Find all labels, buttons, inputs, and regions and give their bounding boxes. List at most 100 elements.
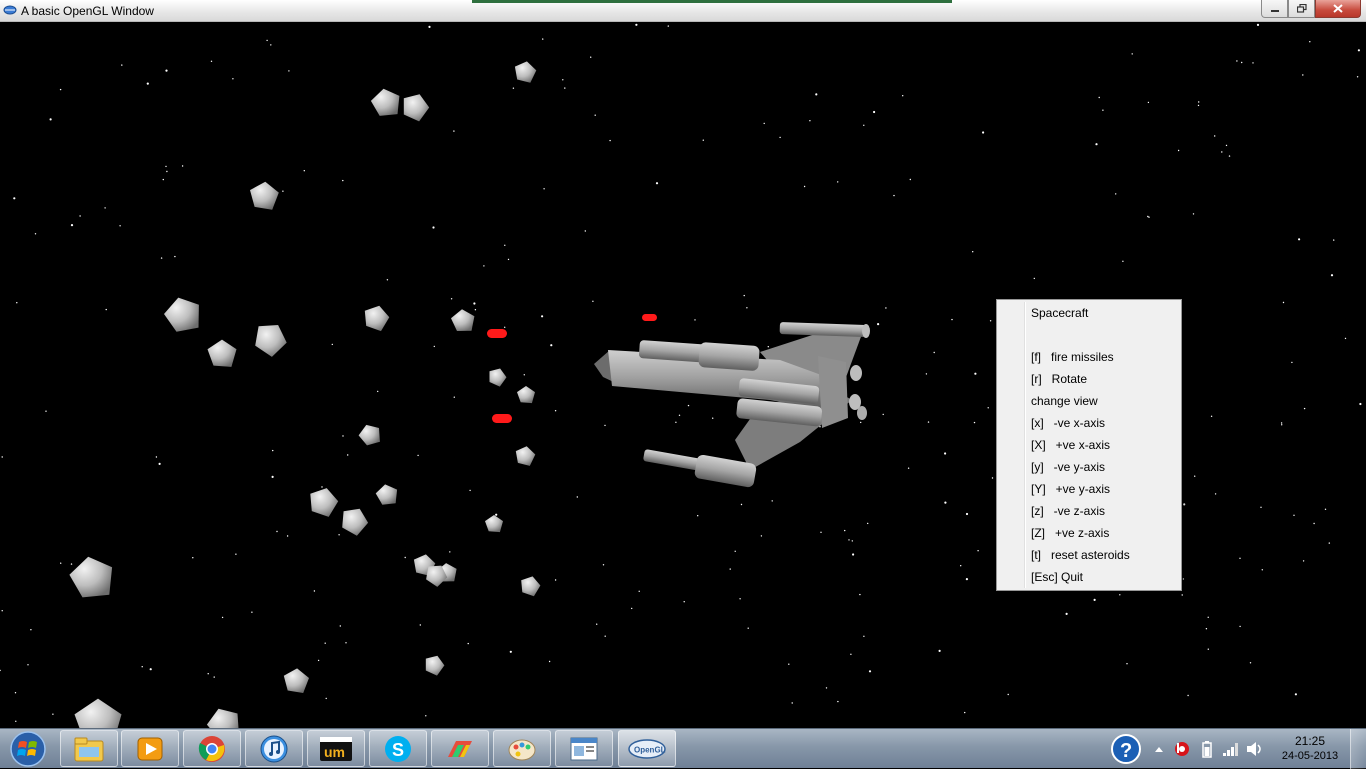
star (523, 374, 525, 376)
taskbar-skype[interactable]: S (369, 730, 427, 767)
star (868, 670, 872, 673)
context-menu[interactable]: Spacecraft [f] fire missiles [r] Rotate … (996, 299, 1182, 591)
menu-item-pos-x-axis[interactable]: [X] +ve x-axis (1031, 434, 1110, 456)
star (1214, 135, 1216, 137)
show-hidden-icons-icon[interactable] (1154, 745, 1164, 753)
star (1147, 215, 1149, 218)
spacecraft-engine-2 (698, 342, 760, 371)
star (609, 139, 611, 142)
menu-item-neg-z-axis[interactable]: [z] -ve z-axis (1031, 500, 1105, 522)
star (504, 326, 506, 328)
menu-item-pos-y-axis[interactable]: [Y] +ve y-axis (1031, 478, 1110, 500)
star (1236, 60, 1238, 62)
star (1197, 104, 1200, 107)
star (554, 410, 557, 412)
spacecraft-rear (818, 356, 848, 428)
star (1302, 74, 1304, 76)
star (873, 110, 876, 114)
star (507, 258, 510, 261)
window-title: A basic OpenGL Window (21, 4, 154, 18)
star (1356, 76, 1359, 78)
menu-gutter (1024, 302, 1026, 588)
star (467, 642, 469, 645)
star (747, 627, 749, 629)
taskbar-itunes[interactable] (245, 730, 303, 767)
star (221, 616, 224, 619)
window-title-bar[interactable]: A basic OpenGL Window (0, 0, 1366, 22)
asteroid (255, 325, 287, 357)
star (1210, 415, 1213, 417)
star (121, 64, 123, 66)
star (1115, 193, 1117, 195)
star (1147, 101, 1150, 104)
star (1256, 23, 1260, 26)
star (965, 512, 969, 516)
asteroid (164, 297, 199, 332)
start-button[interactable] (4, 730, 52, 768)
taskbar-paint[interactable] (493, 730, 551, 767)
star (977, 550, 979, 552)
taskbar-um-player[interactable]: um (307, 730, 365, 767)
star (165, 69, 168, 72)
star (14, 692, 17, 694)
window-app-icon (570, 737, 598, 760)
star (767, 346, 769, 348)
minimize-button[interactable] (1261, 0, 1288, 18)
star (927, 421, 930, 423)
maximize-button[interactable] (1288, 0, 1315, 18)
menu-item-pos-z-axis[interactable]: [Z] +ve z-axis (1031, 522, 1109, 544)
help-icon[interactable]: ? (1110, 733, 1142, 765)
taskbar-opengl[interactable]: OpenGL (618, 730, 676, 767)
star (1330, 274, 1334, 277)
star (342, 435, 344, 437)
taskbar-window-app[interactable] (555, 730, 613, 767)
star (450, 298, 453, 300)
star (453, 130, 455, 132)
menu-item-neg-x-axis[interactable]: [x] -ve x-axis (1031, 412, 1105, 434)
taskbar-colorful-app[interactable] (431, 730, 489, 767)
star (1207, 616, 1209, 618)
star (1148, 216, 1150, 218)
star (837, 700, 839, 703)
volume-icon[interactable] (1246, 741, 1264, 757)
star (1328, 542, 1331, 544)
clock-date[interactable]: 24-05-2013 (1280, 750, 1340, 762)
star (760, 535, 763, 537)
spacecraft-cannon-upper (779, 322, 868, 337)
asteroid (515, 446, 536, 466)
menu-item-reset-asteroids[interactable]: [t] reset asteroids (1031, 544, 1130, 566)
star (165, 165, 167, 168)
star (964, 711, 966, 714)
star (70, 563, 73, 565)
network-signal-icon[interactable] (1222, 741, 1240, 757)
taskbar-media-player[interactable] (121, 730, 179, 767)
taskbar-explorer[interactable] (60, 730, 118, 767)
star (592, 300, 594, 302)
star (604, 635, 606, 637)
taskbar-chrome[interactable] (183, 730, 241, 767)
close-button[interactable] (1315, 0, 1361, 18)
menu-item-neg-y-axis[interactable]: [y] -ve y-axis (1031, 456, 1105, 478)
star (1309, 41, 1311, 43)
menu-item-rotate[interactable]: [r] Rotate (1031, 368, 1087, 390)
svg-text:um: um (324, 744, 345, 760)
clock-time[interactable]: 21:25 (1280, 734, 1340, 748)
windows-start-icon (10, 731, 46, 767)
star (631, 607, 633, 610)
star (1065, 612, 1068, 616)
show-desktop-button[interactable] (1350, 729, 1366, 769)
menu-item-fire-missiles[interactable]: [f] fire missiles (1031, 346, 1114, 368)
star (342, 179, 344, 182)
battery-icon[interactable] (1202, 740, 1212, 758)
star (1007, 693, 1009, 696)
star (192, 557, 194, 559)
beats-audio-icon[interactable] (1174, 741, 1190, 757)
star (1093, 598, 1096, 602)
star (1333, 239, 1335, 241)
star (181, 165, 184, 167)
star (59, 88, 62, 91)
asteroid (358, 424, 380, 446)
star (1249, 662, 1252, 664)
asteroid (364, 305, 390, 332)
menu-item-quit[interactable]: [Esc] Quit (1031, 566, 1083, 588)
